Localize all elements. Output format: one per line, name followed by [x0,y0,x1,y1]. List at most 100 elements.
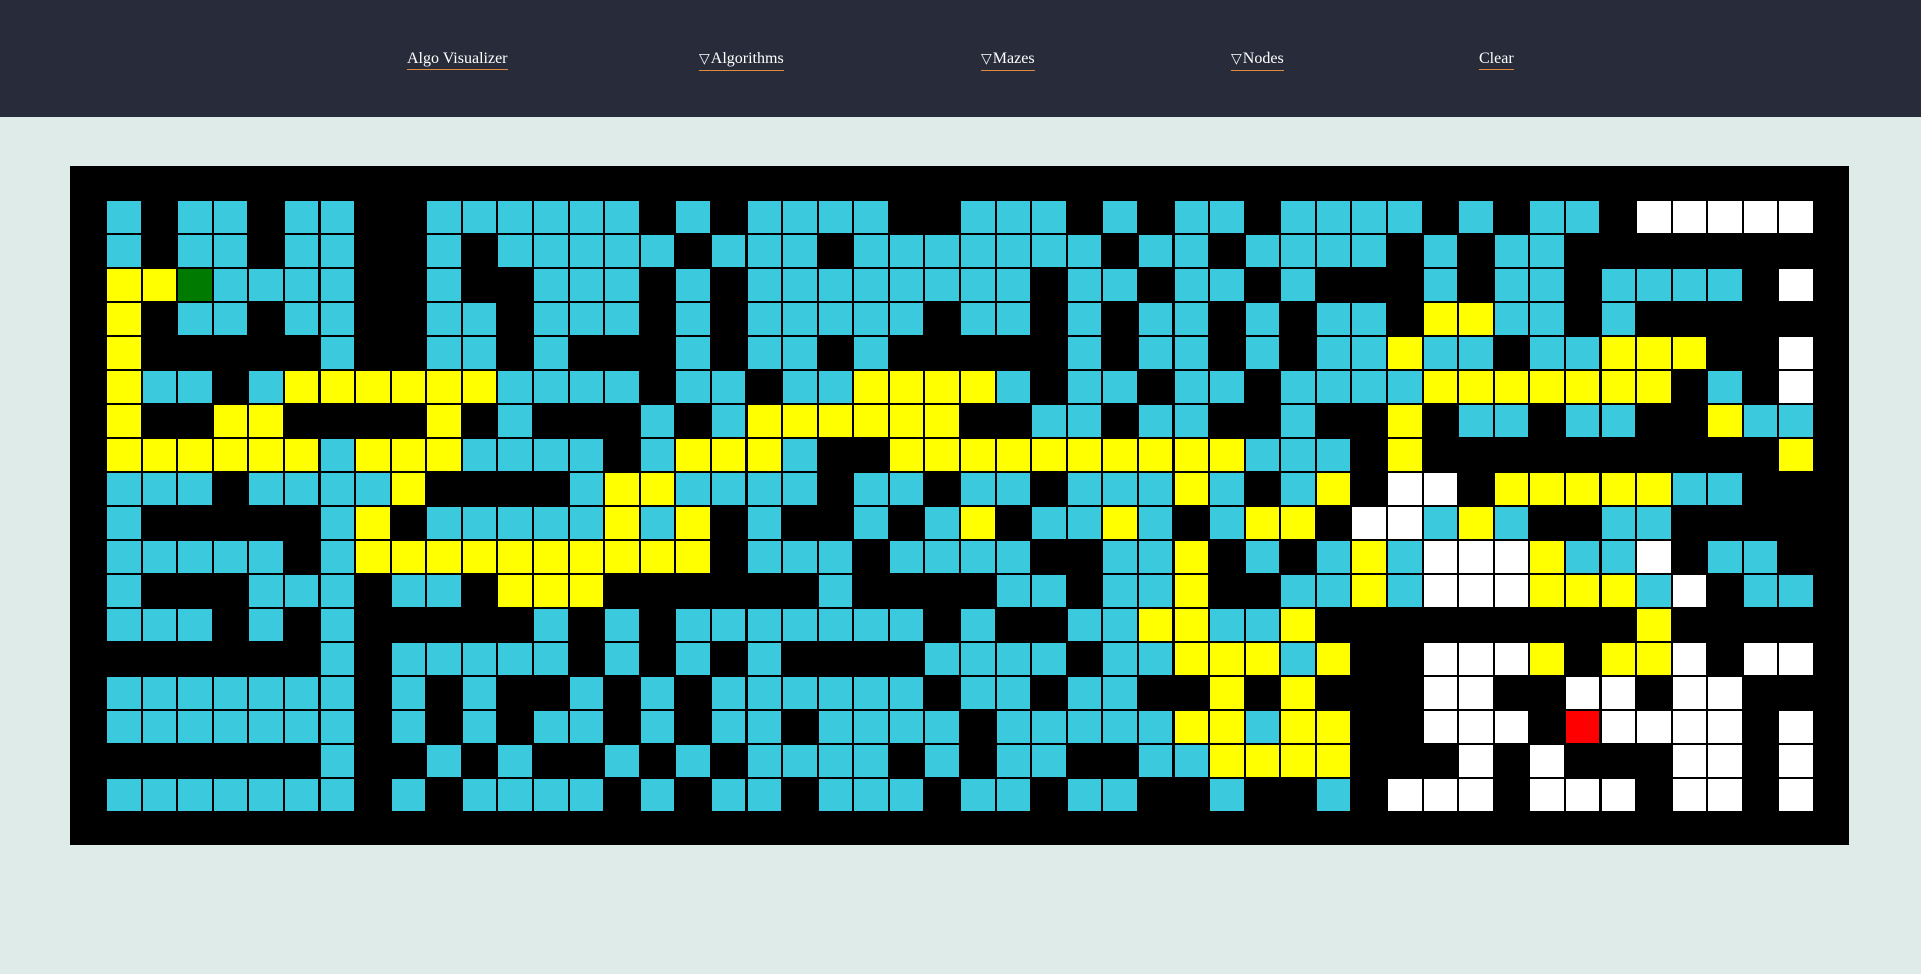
path-cell[interactable] [853,370,889,404]
visited-cell[interactable] [1600,302,1637,336]
visited-cell[interactable] [1280,200,1316,234]
visited-cell[interactable] [1066,710,1103,744]
visited-cell[interactable] [1209,608,1245,642]
visited-cell[interactable] [1137,506,1174,540]
path-cell[interactable] [1458,370,1494,404]
unvisited-cell[interactable] [1671,200,1708,234]
path-cell[interactable] [1173,540,1210,574]
path-cell[interactable] [924,438,960,472]
visited-cell[interactable] [1529,336,1565,370]
path-cell[interactable] [888,438,925,472]
visited-cell[interactable] [853,506,889,540]
unvisited-cell[interactable] [1671,710,1708,744]
visited-cell[interactable] [1280,404,1316,438]
visited-cell[interactable] [1315,574,1352,608]
path-cell[interactable] [924,370,960,404]
path-cell[interactable] [390,438,427,472]
visited-cell[interactable] [1564,200,1601,234]
visited-cell[interactable] [1564,540,1601,574]
visited-cell[interactable] [1636,268,1672,302]
visited-cell[interactable] [710,370,747,404]
path-cell[interactable] [1600,574,1637,608]
visited-cell[interactable] [1280,642,1316,676]
path-cell[interactable] [1529,540,1565,574]
visited-cell[interactable] [248,574,284,608]
visited-cell[interactable] [782,608,818,642]
nav-algorithms-dropdown[interactable]: ▽Algorithms [699,49,784,71]
visited-cell[interactable] [1031,200,1067,234]
visited-cell[interactable] [1280,438,1316,472]
path-cell[interactable] [355,370,391,404]
unvisited-cell[interactable] [1778,200,1814,234]
visited-cell[interactable] [675,200,711,234]
visited-cell[interactable] [1636,506,1672,540]
visited-cell[interactable] [1137,472,1174,506]
path-cell[interactable] [1636,370,1672,404]
path-cell[interactable] [1173,574,1210,608]
visited-cell[interactable] [1742,404,1779,438]
visited-cell[interactable] [533,302,569,336]
visited-cell[interactable] [710,710,747,744]
visited-cell[interactable] [1422,506,1459,540]
visited-cell[interactable] [1280,370,1316,404]
path-cell[interactable] [1280,710,1316,744]
visited-cell[interactable] [1102,710,1138,744]
visited-cell[interactable] [212,302,249,336]
path-cell[interactable] [675,540,711,574]
unvisited-cell[interactable] [1564,676,1601,710]
visited-cell[interactable] [1173,404,1210,438]
visited-cell[interactable] [817,744,854,778]
visited-cell[interactable] [568,506,605,540]
visited-cell[interactable] [604,200,640,234]
visited-cell[interactable] [1066,472,1103,506]
unvisited-cell[interactable] [1458,778,1494,812]
visited-cell[interactable] [1031,744,1067,778]
visited-cell[interactable] [817,778,854,812]
visited-cell[interactable] [782,744,818,778]
visited-cell[interactable] [568,778,605,812]
visited-cell[interactable] [639,404,676,438]
unvisited-cell[interactable] [1422,676,1459,710]
path-cell[interactable] [426,370,462,404]
path-cell[interactable] [355,540,391,574]
visited-cell[interactable] [426,336,462,370]
unvisited-cell[interactable] [1636,200,1672,234]
visited-cell[interactable] [1707,540,1743,574]
unvisited-cell[interactable] [1458,744,1494,778]
visited-cell[interactable] [106,472,142,506]
unvisited-cell[interactable] [1707,744,1743,778]
visited-cell[interactable] [924,710,960,744]
visited-cell[interactable] [853,710,889,744]
visited-cell[interactable] [1493,404,1530,438]
path-cell[interactable] [141,268,178,302]
path-cell[interactable] [1280,608,1316,642]
visited-cell[interactable] [177,540,213,574]
visited-cell[interactable] [461,200,498,234]
visited-cell[interactable] [1458,336,1494,370]
visited-cell[interactable] [1102,778,1138,812]
visited-cell[interactable] [1778,404,1814,438]
visited-cell[interactable] [319,744,356,778]
visited-cell[interactable] [639,234,676,268]
visited-cell[interactable] [817,302,854,336]
visited-cell[interactable] [319,676,356,710]
path-cell[interactable] [1031,438,1067,472]
path-cell[interactable] [1102,506,1138,540]
path-cell[interactable] [960,438,996,472]
end-node[interactable] [1564,710,1601,744]
visited-cell[interactable] [283,472,320,506]
visited-cell[interactable] [568,234,605,268]
path-cell[interactable] [639,540,676,574]
visited-cell[interactable] [461,336,498,370]
visited-cell[interactable] [1137,744,1174,778]
path-cell[interactable] [426,438,462,472]
visited-cell[interactable] [853,200,889,234]
visited-cell[interactable] [212,778,249,812]
visited-cell[interactable] [1137,336,1174,370]
visited-cell[interactable] [319,642,356,676]
visited-cell[interactable] [319,302,356,336]
visited-cell[interactable] [782,200,818,234]
visited-cell[interactable] [319,438,356,472]
visited-cell[interactable] [283,268,320,302]
visited-cell[interactable] [283,778,320,812]
